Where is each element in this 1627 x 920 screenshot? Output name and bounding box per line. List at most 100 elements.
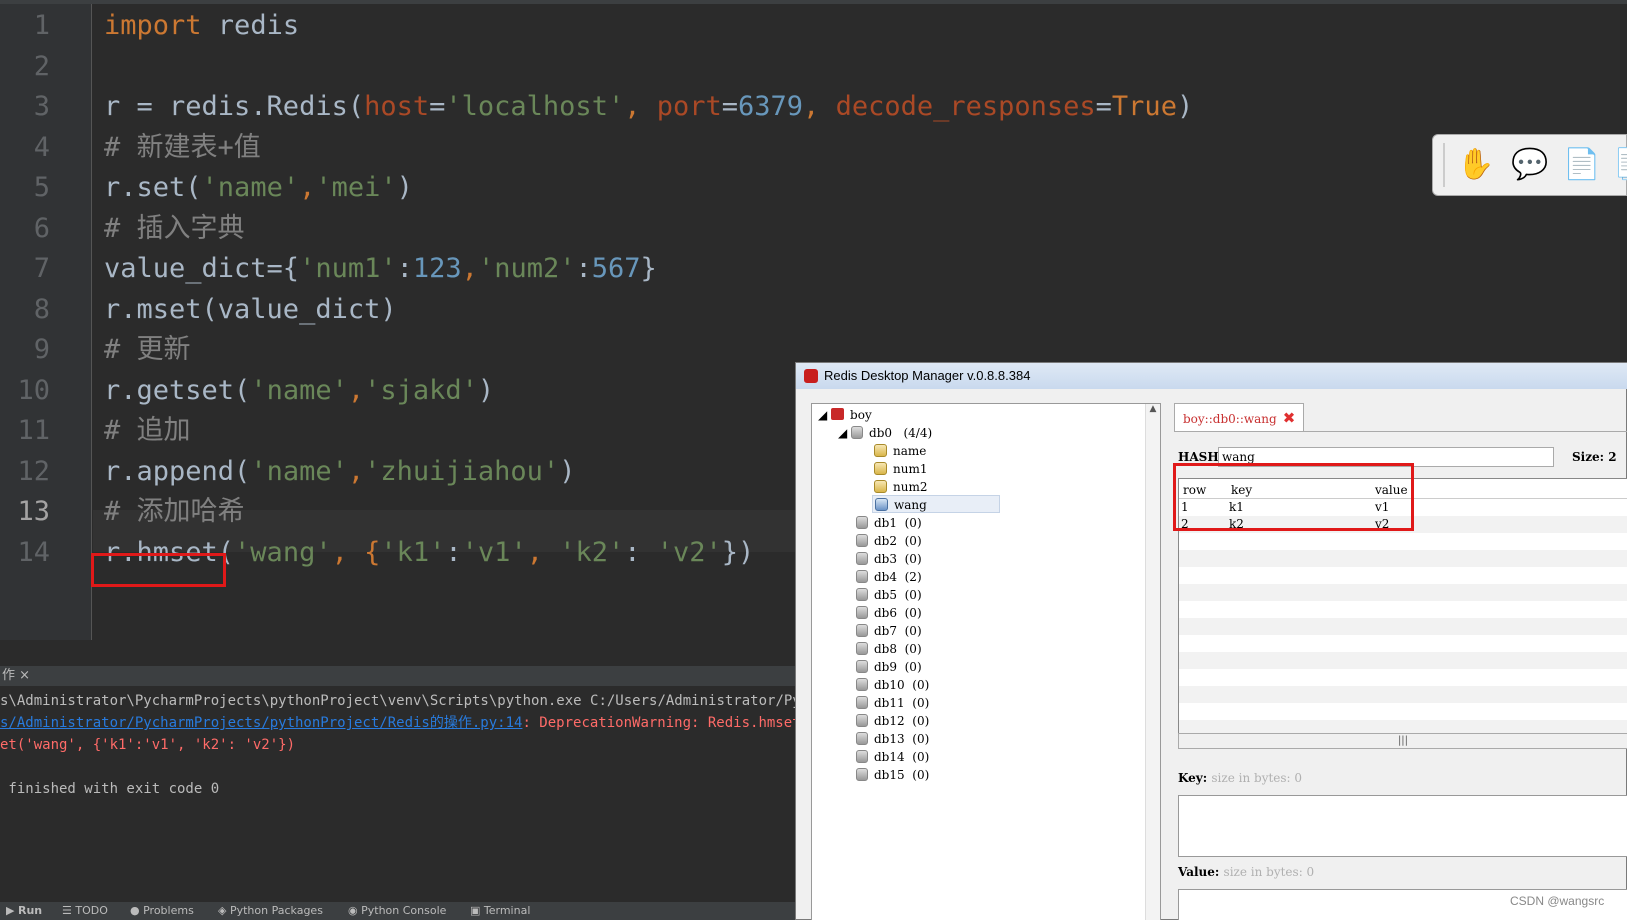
editor-top-border [0,0,1627,4]
key-editor[interactable] [1178,795,1627,857]
code-token: ) [396,172,413,203]
code-line-11[interactable]: # 追加 [104,410,191,452]
copy-icon[interactable]: 📑 [1613,147,1627,183]
python-packages-tool-tab-label: Python Packages [229,904,323,917]
run-output-line: s/Administrator/PycharmProjects/pythonPr… [0,712,843,734]
code-token: 'k1' [380,537,446,568]
code-token: = [1095,91,1112,122]
code-line-6[interactable]: # 插入字典 [104,208,245,250]
run-tab[interactable]: 作 × [0,666,795,686]
code-token: 'k2' [559,537,625,568]
database-icon [856,642,868,655]
code-line-4[interactable]: # 新建表+值 [104,127,261,169]
code-token: : [575,253,592,284]
code-token: value_dict={ [104,253,300,284]
python-console-tool-tab-label: Python Console [361,904,447,917]
tree-db[interactable]: db2 (0) [856,532,922,550]
terminal-tool-tab[interactable]: ▣ Terminal [470,904,530,917]
code-token: port [656,91,722,122]
run-tool-tab[interactable]: ▶ Run [6,904,42,917]
database-icon [856,714,868,727]
tree-key-label: name [893,444,927,458]
code-token: } [640,253,657,284]
tree-db-label: db8 (0) [874,642,922,656]
tree-key[interactable]: name [874,442,926,460]
tree-db[interactable]: db11 (0) [856,694,929,712]
file-link[interactable]: s/Administrator/PycharmProjects/pythonPr… [0,715,522,731]
tree-db[interactable]: db7 (0) [856,622,922,640]
tree-db-label: db1 (0) [874,516,922,530]
tree-key[interactable]: num1 [874,460,927,478]
problems-tool-tab[interactable]: ● Problems [130,904,194,917]
scroll-up-icon[interactable]: ▲ [1150,404,1157,414]
code-line-10[interactable]: r.getset('name','sjakd') [104,370,494,412]
tree-key-selected[interactable]: wang [872,495,1000,513]
code-token: , { [331,537,381,568]
code-line-3[interactable]: r = redis.Redis(host='localhost', port=6… [104,86,1193,128]
tree-db[interactable]: db10 (0) [856,676,929,694]
code-line-9[interactable]: # 更新 [104,329,191,371]
redis-logo-icon [804,369,818,383]
close-icon[interactable]: ✖ [1283,409,1296,427]
code-token: r.append( [104,456,251,487]
todo-tool-tab-label: TODO [75,904,108,917]
tree-db-label: db4 (2) [874,570,922,584]
tree-db[interactable]: db4 (2) [856,568,922,586]
scroll-grip-icon[interactable]: ||| [1398,735,1408,746]
database-icon [856,624,868,637]
tree-db[interactable]: db3 (0) [856,550,922,568]
tree-db0[interactable]: ◢ db0 (4/4) [838,424,932,442]
tree-key-label: num2 [893,480,928,494]
code-line-8[interactable]: r.mset(value_dict) [104,289,397,331]
tree-key[interactable]: num2 [874,478,927,496]
tree-server[interactable]: ◢ boy [818,406,872,424]
python-console-tool-tab[interactable]: ◉ Python Console [348,904,446,917]
code-token: 'zhuijiahou' [364,456,560,487]
tree-db-label: db15 (0) [874,768,930,782]
tree-db-label: db5 (0) [874,588,922,602]
expand-arrow-icon[interactable]: ◢ [838,426,851,440]
code-token: 'num2' [477,253,576,284]
code-token: 6379 [738,91,804,122]
code-token: 'name' [250,375,348,406]
database-icon [856,534,868,547]
hand-icon[interactable]: ✋ [1457,147,1494,183]
code-line-1[interactable]: import redis [104,5,299,47]
run-tool-tab-label: Run [17,904,43,917]
tree-db[interactable]: db5 (0) [856,586,922,604]
tree-db-label: db2 (0) [874,534,922,548]
tree-scrollbar[interactable]: ▲ [1145,404,1160,920]
key-tab[interactable]: boy::db0::wang ✖ [1174,403,1304,431]
code-line-12[interactable]: r.append('name','zhuijiahou') [104,451,575,493]
tree-db[interactable]: db15 (0) [856,766,929,784]
database-icon [856,552,868,565]
table-horizontal-scrollbar[interactable]: ||| [1178,733,1627,749]
code-token: , [803,91,836,122]
code-line-5[interactable]: r.set('name','mei') [104,167,413,209]
tree-db[interactable]: db8 (0) [856,640,922,658]
document-icon[interactable]: 📄 [1563,147,1600,183]
run-output-line: et('wang', {'k1':'v1', 'k2': 'v2'}) [0,737,296,753]
code-token: , [624,91,657,122]
comment-icon[interactable]: 💬 [1511,147,1548,183]
code-token: 'v1' [461,537,527,568]
todo-tool-tab[interactable]: ☰ TODO [62,904,108,917]
tree-db[interactable]: db12 (0) [856,712,929,730]
code-line-7[interactable]: value_dict={'num1':123,'num2':567} [104,248,657,290]
expand-arrow-icon[interactable]: ◢ [818,408,831,422]
tree-db[interactable]: db9 (0) [856,658,922,676]
key-icon [875,498,888,511]
line-number: 11 [17,415,50,446]
tree-db[interactable]: db13 (0) [856,730,929,748]
tree-db[interactable]: db1 (0) [856,514,922,532]
terminal-tool-tab-label: Terminal [483,904,531,917]
code-line-13[interactable]: # 添加哈希 [104,491,245,533]
line-number: 7 [33,253,50,284]
tree-db[interactable]: db14 (0) [856,748,929,766]
key-icon [874,480,887,493]
python-packages-tool-tab[interactable]: ◈ Python Packages [218,904,323,917]
tree-db[interactable]: db6 (0) [856,604,922,622]
database-icon [851,426,864,439]
connection-tree[interactable]: ◢ boy ◢ db0 (4/4) name num1 num2 wang db… [811,403,1161,920]
code-token: host [364,91,430,122]
